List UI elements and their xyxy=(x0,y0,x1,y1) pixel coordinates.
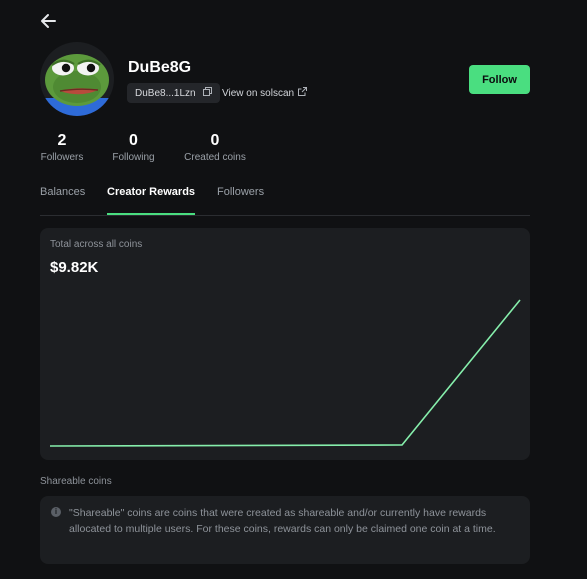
address-chip[interactable]: DuBe8...1Lzn xyxy=(127,83,220,103)
back-arrow-icon[interactable] xyxy=(38,11,60,31)
stat-created-coins[interactable]: 0 Created coins xyxy=(182,131,248,163)
shareable-coins-note: i "Shareable" coins are coins that were … xyxy=(40,496,530,564)
stat-following[interactable]: 0 Following xyxy=(111,131,156,163)
tab-balances[interactable]: Balances xyxy=(40,185,85,214)
following-label: Following xyxy=(112,152,155,163)
tab-creator-rewards[interactable]: Creator Rewards xyxy=(107,185,196,215)
solscan-label: View on solscan xyxy=(222,87,295,99)
profile-tabs: Balances Creator Rewards Followers xyxy=(40,185,530,216)
total-label: Total across all coins xyxy=(50,239,143,250)
stat-followers[interactable]: 2 Followers xyxy=(40,131,84,163)
rewards-chart xyxy=(49,299,521,447)
shareable-coins-title: Shareable coins xyxy=(40,476,112,487)
external-link-icon xyxy=(298,87,308,99)
shareable-coins-text: "Shareable" coins are coins that were cr… xyxy=(69,507,496,535)
created-coins-label: Created coins xyxy=(184,152,246,163)
followers-count: 2 xyxy=(57,132,67,149)
total-value: $9.82K xyxy=(50,259,99,276)
following-count: 0 xyxy=(129,132,138,149)
info-icon: i xyxy=(51,507,61,517)
follow-button[interactable]: Follow xyxy=(469,65,530,94)
created-coins-count: 0 xyxy=(210,132,220,149)
wallet-address: DuBe8...1Lzn xyxy=(135,87,196,99)
view-on-solscan-link[interactable]: View on solscan xyxy=(222,87,308,99)
tab-followers[interactable]: Followers xyxy=(217,185,264,214)
creator-rewards-card: Total across all coins $9.82K xyxy=(40,228,530,460)
copy-icon[interactable] xyxy=(202,87,212,99)
followers-label: Followers xyxy=(40,152,84,163)
avatar xyxy=(40,42,114,116)
rewards-line xyxy=(49,299,521,447)
profile-name: DuBe8G xyxy=(128,59,192,76)
